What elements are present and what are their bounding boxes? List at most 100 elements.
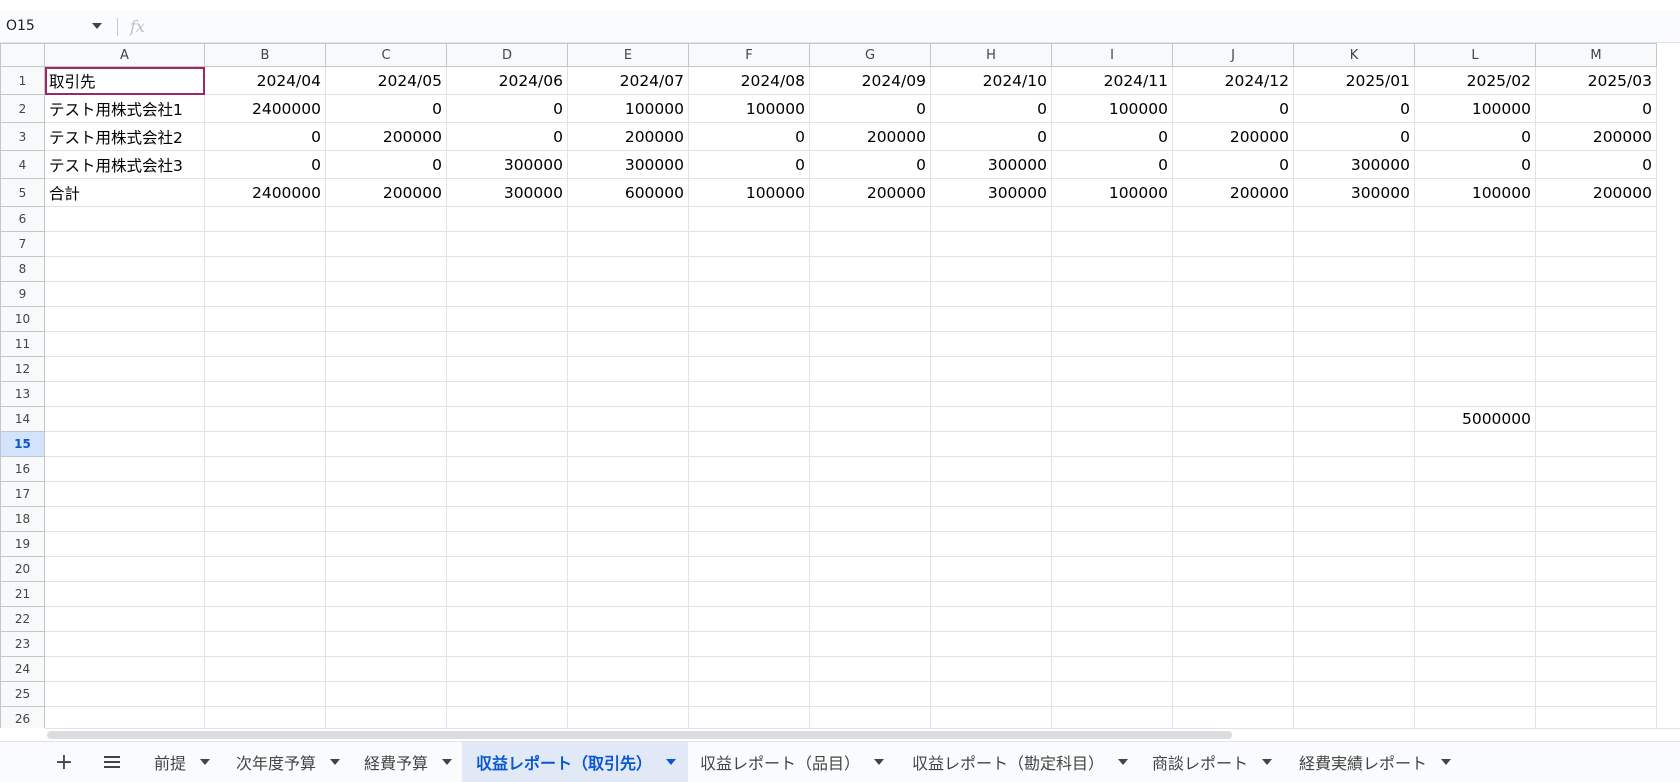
cell-G7[interactable]: [809, 231, 931, 257]
cell-K26[interactable]: [1293, 706, 1415, 728]
cell-L11[interactable]: [1414, 331, 1536, 357]
cell-J5[interactable]: 200000: [1172, 178, 1294, 207]
cell-E8[interactable]: [567, 256, 689, 282]
cell-G8[interactable]: [809, 256, 931, 282]
cell-F1[interactable]: 2024/08: [688, 66, 810, 95]
cell-E15[interactable]: [567, 431, 689, 457]
cell-F24[interactable]: [688, 656, 810, 682]
cell-B3[interactable]: 0: [204, 122, 326, 151]
sheet-tab[interactable]: 経費実績レポート: [1285, 742, 1463, 782]
cell-J6[interactable]: [1172, 206, 1294, 232]
column-header[interactable]: A: [44, 43, 205, 67]
row-header[interactable]: 9: [0, 281, 45, 307]
cell-F25[interactable]: [688, 681, 810, 707]
row-header[interactable]: 18: [0, 506, 45, 532]
cell-I8[interactable]: [1051, 256, 1173, 282]
cell-M7[interactable]: [1535, 231, 1657, 257]
cell-A7[interactable]: [44, 231, 205, 257]
cell-B10[interactable]: [204, 306, 326, 332]
cell-M23[interactable]: [1535, 631, 1657, 657]
cell-F10[interactable]: [688, 306, 810, 332]
cell-B16[interactable]: [204, 456, 326, 482]
chevron-down-icon[interactable]: [200, 759, 211, 765]
cell-H3[interactable]: 0: [930, 122, 1052, 151]
cell-K19[interactable]: [1293, 531, 1415, 557]
cell-L19[interactable]: [1414, 531, 1536, 557]
cell-K7[interactable]: [1293, 231, 1415, 257]
cell-F17[interactable]: [688, 481, 810, 507]
cell-L26[interactable]: [1414, 706, 1536, 728]
cell-J24[interactable]: [1172, 656, 1294, 682]
cell-I12[interactable]: [1051, 356, 1173, 382]
cell-F11[interactable]: [688, 331, 810, 357]
cell-G10[interactable]: [809, 306, 931, 332]
cell-E5[interactable]: 600000: [567, 178, 689, 207]
cell-M25[interactable]: [1535, 681, 1657, 707]
cell-I26[interactable]: [1051, 706, 1173, 728]
cell-D3[interactable]: 0: [446, 122, 568, 151]
cell-M19[interactable]: [1535, 531, 1657, 557]
cell-E16[interactable]: [567, 456, 689, 482]
cell-H14[interactable]: [930, 406, 1052, 432]
cell-B7[interactable]: [204, 231, 326, 257]
all-sheets-button[interactable]: [96, 742, 128, 782]
cell-J9[interactable]: [1172, 281, 1294, 307]
cell-L22[interactable]: [1414, 606, 1536, 632]
cell-G25[interactable]: [809, 681, 931, 707]
row-header[interactable]: 23: [0, 631, 45, 657]
cell-A18[interactable]: [44, 506, 205, 532]
row-header[interactable]: 12: [0, 356, 45, 382]
cell-M9[interactable]: [1535, 281, 1657, 307]
cell-C10[interactable]: [325, 306, 447, 332]
cell-J20[interactable]: [1172, 556, 1294, 582]
cell-H25[interactable]: [930, 681, 1052, 707]
cell-C22[interactable]: [325, 606, 447, 632]
cell-M6[interactable]: [1535, 206, 1657, 232]
cell-K25[interactable]: [1293, 681, 1415, 707]
column-header[interactable]: E: [567, 43, 689, 67]
cell-C4[interactable]: 0: [325, 150, 447, 179]
cell-A8[interactable]: [44, 256, 205, 282]
cell-A15[interactable]: [44, 431, 205, 457]
cell-I25[interactable]: [1051, 681, 1173, 707]
cell-L18[interactable]: [1414, 506, 1536, 532]
column-header[interactable]: M: [1535, 43, 1657, 67]
cell-D26[interactable]: [446, 706, 568, 728]
cell-B15[interactable]: [204, 431, 326, 457]
sheet-tab[interactable]: 収益レポート（品目）: [686, 742, 896, 782]
cell-A11[interactable]: [44, 331, 205, 357]
cell-K10[interactable]: [1293, 306, 1415, 332]
row-header[interactable]: 5: [0, 178, 45, 207]
cell-I18[interactable]: [1051, 506, 1173, 532]
cell-A4[interactable]: テスト用株式会社3: [44, 150, 205, 179]
cell-H6[interactable]: [930, 206, 1052, 232]
cell-J13[interactable]: [1172, 381, 1294, 407]
cell-E19[interactable]: [567, 531, 689, 557]
cell-C9[interactable]: [325, 281, 447, 307]
cell-H15[interactable]: [930, 431, 1052, 457]
cell-A13[interactable]: [44, 381, 205, 407]
cell-H1[interactable]: 2024/10: [930, 66, 1052, 95]
cell-A25[interactable]: [44, 681, 205, 707]
cell-A16[interactable]: [44, 456, 205, 482]
cell-B19[interactable]: [204, 531, 326, 557]
cell-E7[interactable]: [567, 231, 689, 257]
cell-D9[interactable]: [446, 281, 568, 307]
cell-I3[interactable]: 0: [1051, 122, 1173, 151]
cell-F7[interactable]: [688, 231, 810, 257]
cell-M13[interactable]: [1535, 381, 1657, 407]
cell-J23[interactable]: [1172, 631, 1294, 657]
add-sheet-button[interactable]: +: [48, 742, 80, 782]
cell-C6[interactable]: [325, 206, 447, 232]
cell-M12[interactable]: [1535, 356, 1657, 382]
cell-J12[interactable]: [1172, 356, 1294, 382]
cell-E10[interactable]: [567, 306, 689, 332]
cell-H8[interactable]: [930, 256, 1052, 282]
cell-L4[interactable]: 0: [1414, 150, 1536, 179]
cell-L13[interactable]: [1414, 381, 1536, 407]
cell-F14[interactable]: [688, 406, 810, 432]
cell-L21[interactable]: [1414, 581, 1536, 607]
cell-D21[interactable]: [446, 581, 568, 607]
cell-G11[interactable]: [809, 331, 931, 357]
chevron-down-icon[interactable]: [1262, 759, 1273, 765]
